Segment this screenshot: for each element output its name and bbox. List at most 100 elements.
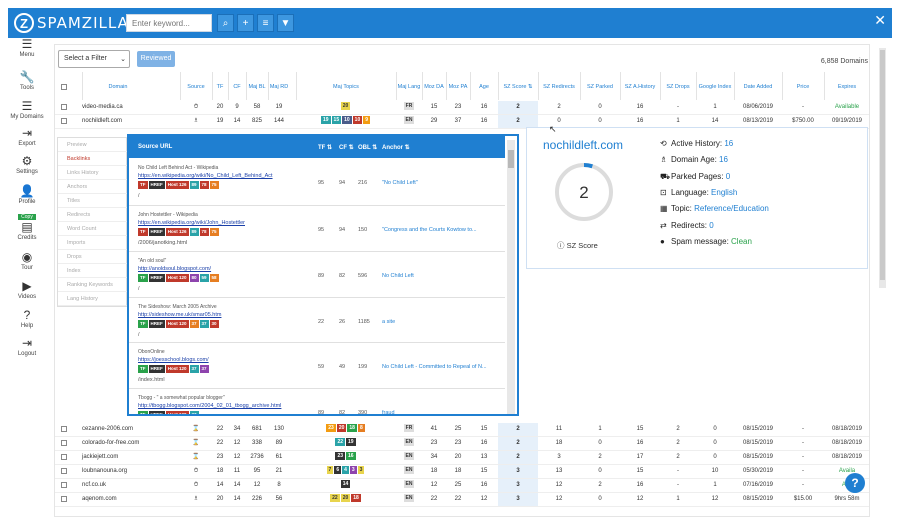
backlink-url[interactable]: https://en.wikipedia.org/wiki/No_Child_L…: [138, 173, 273, 179]
detail-tab-preview[interactable]: Preview: [58, 138, 128, 152]
backlink-url[interactable]: http://sideshow.me.uk/smar05.htm: [138, 312, 221, 318]
col-header-0[interactable]: Domain: [82, 76, 154, 98]
row-checkbox[interactable]: [61, 482, 67, 488]
detail-tab-word-count[interactable]: Word Count: [58, 222, 128, 236]
col-header-5[interactable]: Maj RD: [268, 76, 290, 98]
scrollbar-thumb[interactable]: [508, 150, 514, 168]
cell-expires: 9hrs 58m: [834, 496, 860, 502]
logo[interactable]: Z SPAMZILLA: [14, 13, 129, 33]
table-row[interactable]: colorado-for-free.com ⌛ 22 12 338 89 22 19 EN 23 2…: [55, 437, 869, 451]
detail-tab-ranking-keywords[interactable]: Ranking Keywords: [58, 278, 128, 292]
sidebar-item-tools[interactable]: 🔧 Tools: [8, 71, 46, 92]
col-header-7[interactable]: Maj Lang: [396, 76, 422, 98]
row-checkbox[interactable]: [61, 496, 67, 502]
table-row[interactable]: jackiejett.com ⌛ 23 12 2736 61 23 16 EN 34 20 13 2 3 2…: [55, 451, 869, 465]
search-button[interactable]: ⌕: [217, 14, 234, 32]
cell-domain[interactable]: video-media.ca: [82, 101, 154, 114]
detail-tab-lang-history[interactable]: Lang History: [58, 292, 128, 306]
col-header-18[interactable]: Price: [782, 76, 824, 98]
table-row[interactable]: video-media.ca ⏱ 20 9 58 19 20 FR 15 23 16 2 2 0 16-1 0…: [55, 101, 869, 115]
sidebar-item-help[interactable]: ? Help: [8, 309, 46, 330]
cell-age: 15: [480, 468, 488, 474]
col-header-16[interactable]: Google Index: [696, 76, 734, 98]
keyword-search-input[interactable]: [126, 14, 212, 32]
row-checkbox[interactable]: [61, 454, 67, 460]
cell-domain[interactable]: ncf.co.uk: [82, 479, 154, 492]
table-row[interactable]: aqenom.com ♗ 20 14 226 56 22 20 18 EN 22 22 12 3 12 0 12…: [55, 493, 869, 507]
row-checkbox[interactable]: [61, 104, 67, 110]
col-anchor[interactable]: Anchor ⇅: [382, 144, 410, 151]
column-divider: [268, 72, 269, 100]
col-header-12[interactable]: SZ Redirects: [538, 76, 580, 98]
sidebar-item-profile[interactable]: 👤 Profile: [8, 184, 46, 206]
col-header-4[interactable]: Maj BL: [246, 76, 268, 98]
detail-tab-imports[interactable]: Imports: [58, 236, 128, 250]
row-checkbox[interactable]: [61, 440, 67, 446]
cell-domain[interactable]: cezanne-2006.com: [82, 423, 154, 436]
backlinks-scrollbar[interactable]: [507, 140, 515, 414]
table-row[interactable]: cezanne-2006.com ⌛ 22 34 681 130 23 20 18 8 FR 41 25…: [55, 423, 869, 437]
backlink-url[interactable]: https://joesschool.blogs.com/: [138, 357, 209, 363]
detail-tab-anchors[interactable]: Anchors: [58, 180, 128, 194]
detail-tab-drops[interactable]: Drops: [58, 250, 128, 264]
col-source-url[interactable]: Source URL: [138, 144, 172, 150]
cell-domain[interactable]: nochildleft.com: [82, 115, 154, 128]
col-header-17[interactable]: Date Added: [734, 76, 782, 98]
sidebar-item-settings[interactable]: ⚙ Settings: [8, 155, 46, 176]
backlink-url[interactable]: http://anoldsoul.blogspot.com/: [138, 266, 211, 272]
col-header-6[interactable]: Maj Topics: [296, 76, 396, 98]
col-header-19[interactable]: Expires: [824, 76, 870, 98]
sidebar-item-export[interactable]: ⇥ Export: [8, 127, 46, 148]
backlink-url[interactable]: http://tbogg.blogspot.com/2004_02_01_tbo…: [138, 403, 281, 409]
detail-tab-backlinks[interactable]: Backlinks: [58, 152, 128, 166]
cell-domain[interactable]: loubnanouna.org: [82, 465, 154, 478]
add-button[interactable]: +: [237, 14, 254, 32]
col-obl[interactable]: OBL ⇅: [358, 144, 377, 151]
col-header-15[interactable]: SZ Drops: [660, 76, 696, 98]
info-domain[interactable]: nochildleft.com: [543, 138, 623, 152]
col-header-1[interactable]: Source: [180, 76, 212, 98]
sidebar-item-videos[interactable]: ▶ Videos: [8, 280, 46, 301]
col-header-11[interactable]: SZ Score ⇅: [498, 76, 538, 98]
backlink-url[interactable]: https://en.wikipedia.org/wiki/John_Hoste…: [138, 220, 245, 226]
cell-topics: 22 19: [296, 437, 396, 450]
row-checkbox[interactable]: [61, 426, 67, 432]
filter-button[interactable]: ▼: [277, 14, 294, 32]
sidebar-item-menu[interactable]: ☰ Menu: [8, 38, 46, 59]
page-scrollbar[interactable]: [879, 48, 886, 288]
col-header-10[interactable]: Age: [470, 76, 498, 98]
col-header-14[interactable]: SZ A.History: [620, 76, 660, 98]
sidebar-icon: 👤: [19, 184, 35, 198]
col-header-13[interactable]: SZ Parked: [580, 76, 620, 98]
detail-tab-index[interactable]: Index: [58, 264, 128, 278]
sidebar-item-my-domains[interactable]: ☰ My Domains: [8, 100, 46, 121]
detail-tab-links-history[interactable]: Links History: [58, 166, 128, 180]
close-icon[interactable]: ✕: [874, 12, 886, 29]
metric-badge: HREF: [148, 228, 165, 236]
sidebar-item-credits[interactable]: Copy ▤ Credits: [8, 214, 46, 241]
row-checkbox[interactable]: [61, 468, 67, 474]
scrollbar-thumb[interactable]: [880, 50, 885, 280]
reviewed-button[interactable]: Reviewed: [137, 51, 175, 67]
help-button[interactable]: ?: [845, 473, 865, 493]
cell-domain[interactable]: colorado-for-free.com: [82, 437, 154, 450]
table-row[interactable]: loubnanouna.org ⏱ 18 11 95 21 7 6 4 3 3 EN 18 18 15 3 13…: [55, 465, 869, 479]
table-row[interactable]: ncf.co.uk ⏱ 14 14 12 8 14 EN 12 25 16 3 12 2 16 - 1 07/16…: [55, 479, 869, 493]
sidebar-item-tour[interactable]: ◉ Tour: [8, 251, 46, 272]
detail-tab-titles[interactable]: Titles: [58, 194, 128, 208]
col-header-3[interactable]: CF: [228, 76, 246, 98]
filter-select[interactable]: Select a Filter ⌄: [58, 50, 130, 68]
detail-tab-redirects[interactable]: Redirects: [58, 208, 128, 222]
col-header-8[interactable]: Moz DA: [422, 76, 446, 98]
col-cf[interactable]: CF ⇅: [339, 144, 354, 151]
cell-domain[interactable]: aqenom.com: [82, 493, 154, 506]
select-all-checkbox[interactable]: [61, 84, 67, 90]
cell-domain[interactable]: jackiejett.com: [82, 451, 154, 464]
sidebar-item-logout[interactable]: ⇥ Logout: [8, 337, 46, 358]
col-header-2[interactable]: TF: [212, 76, 228, 98]
col-header-9[interactable]: Moz PA: [446, 76, 470, 98]
list-button[interactable]: ≡: [257, 14, 274, 32]
col-tf[interactable]: TF ⇅: [318, 144, 332, 151]
plus-icon: +: [242, 17, 249, 29]
row-checkbox[interactable]: [61, 118, 67, 124]
